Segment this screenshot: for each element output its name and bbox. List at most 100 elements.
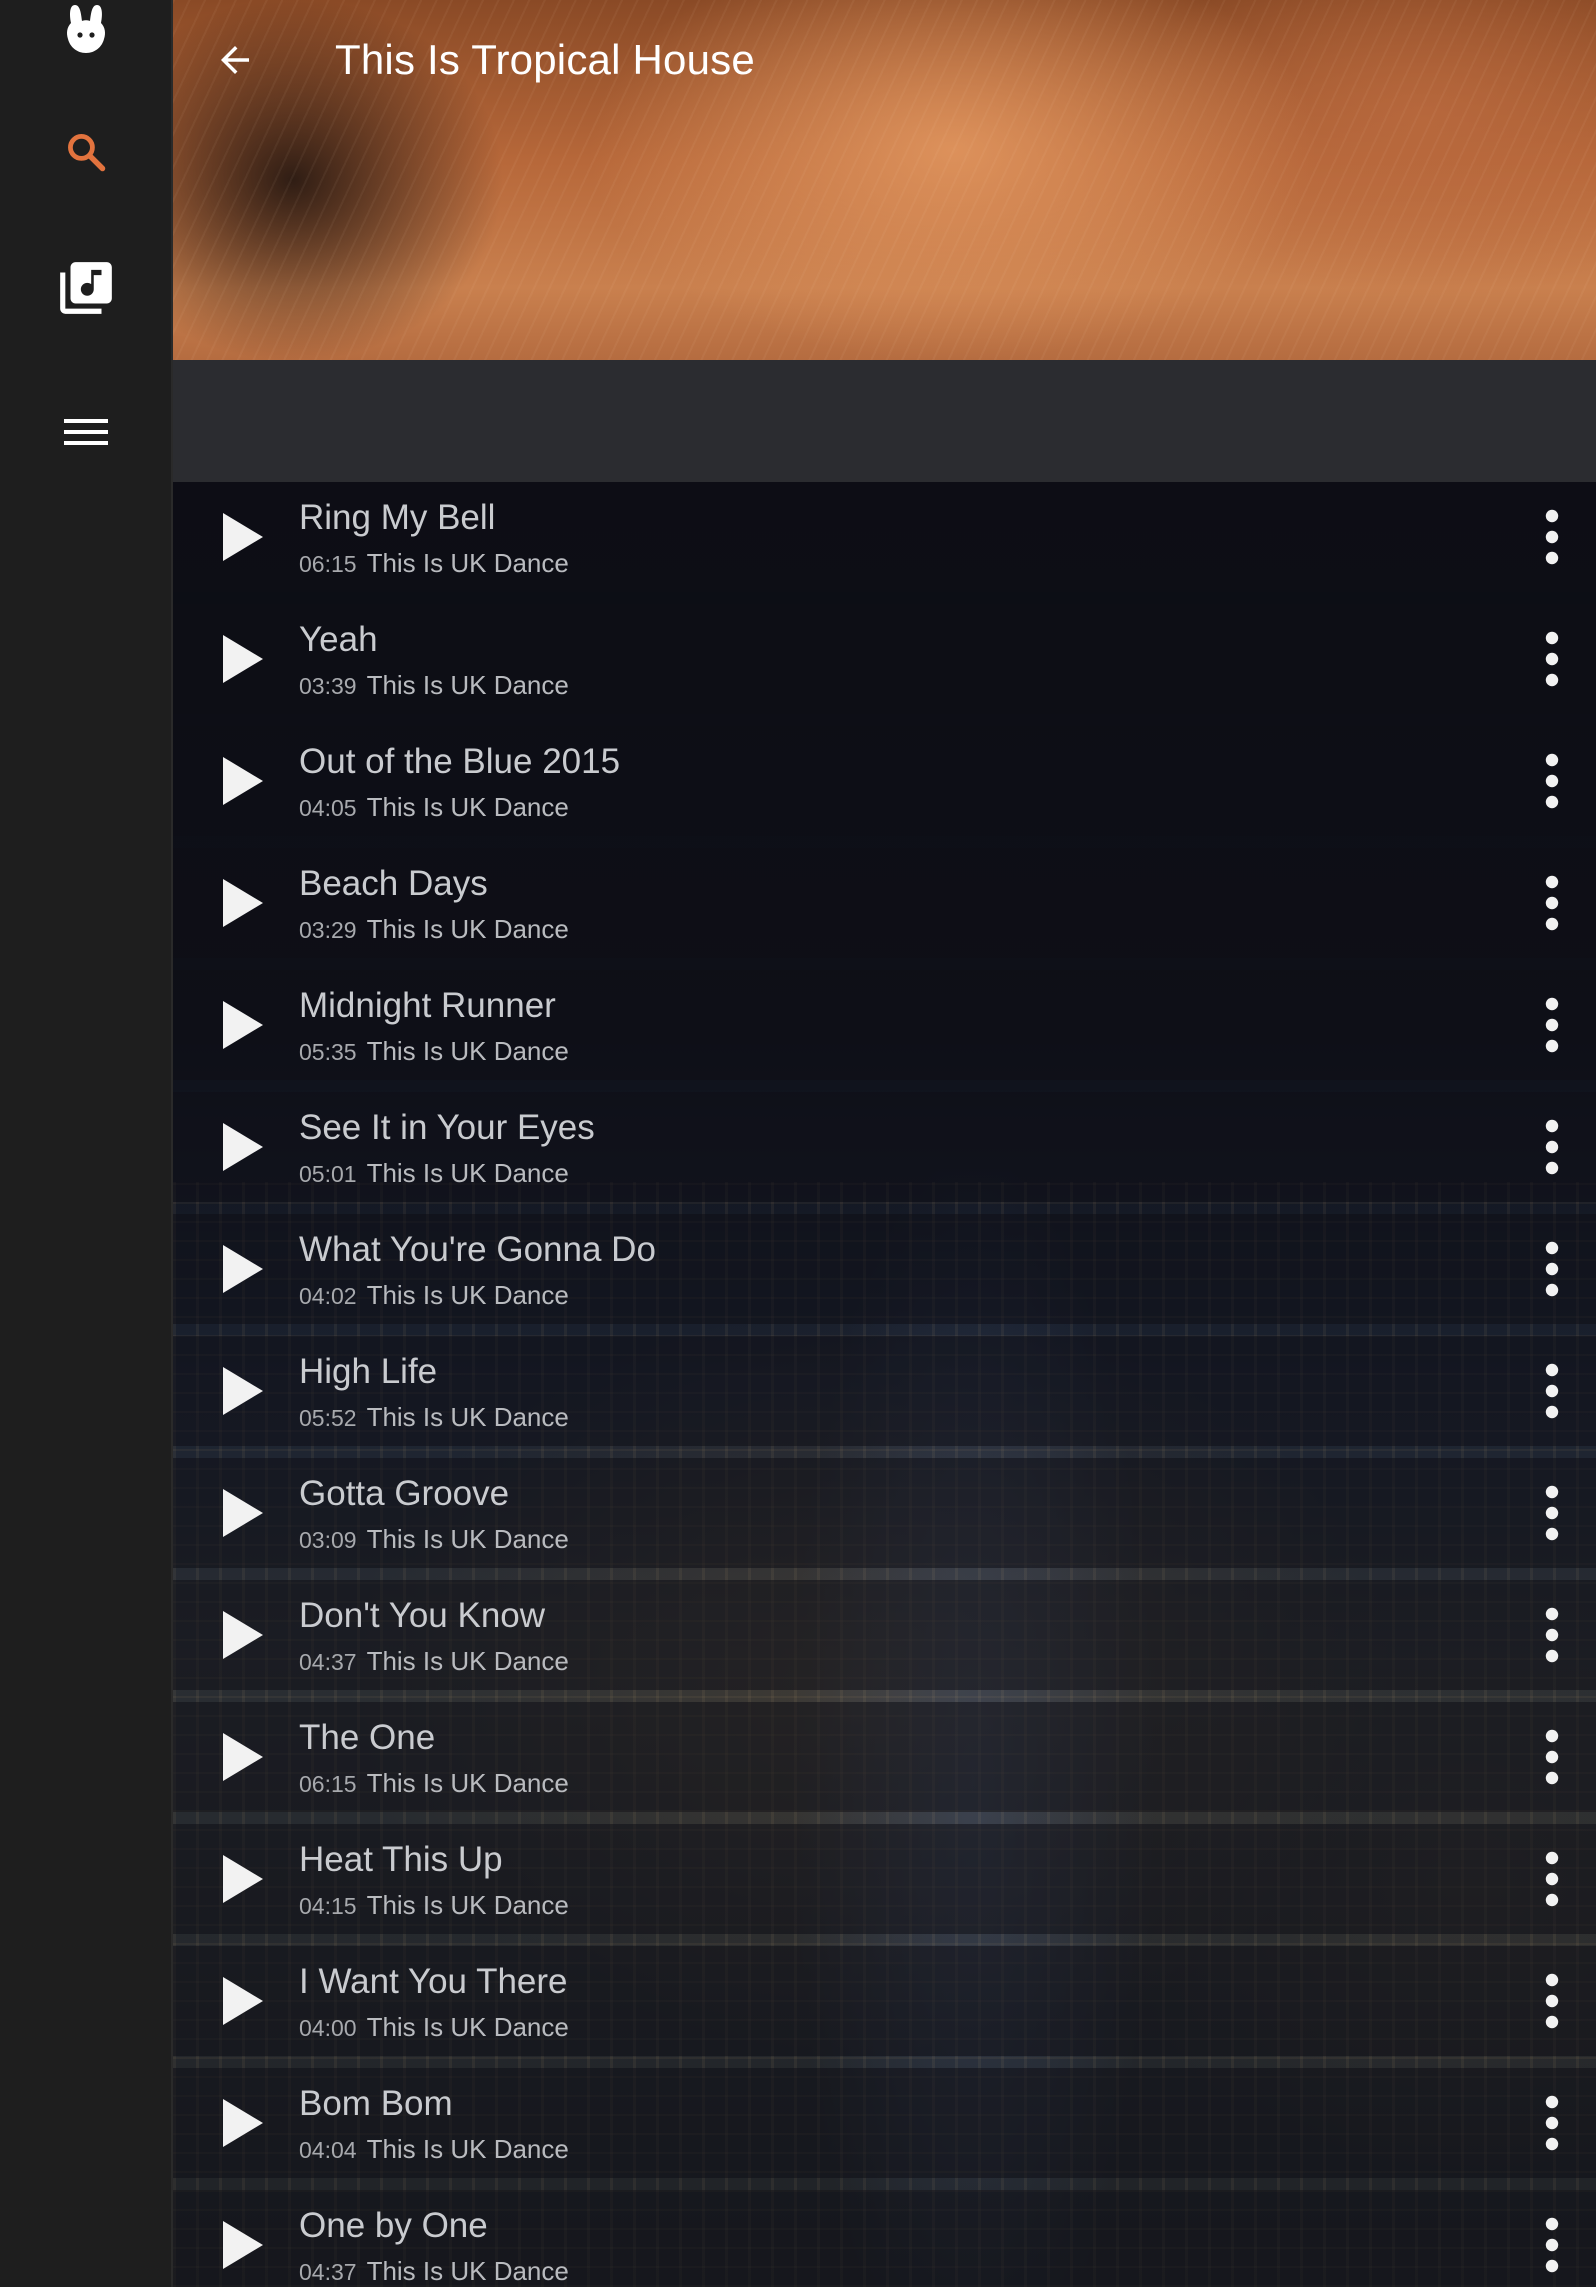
track-title: Ring My Bell xyxy=(299,498,496,537)
track-row[interactable]: Ring My Bell 06:15 This Is UK Dance xyxy=(173,482,1596,592)
more-options-button[interactable] xyxy=(1518,1723,1586,1791)
more-options-button[interactable] xyxy=(1518,2211,1586,2279)
more-options-button[interactable] xyxy=(1518,1357,1586,1425)
track-title: Beach Days xyxy=(299,864,488,903)
track-row[interactable]: I Want You There 04:00 This Is UK Dance xyxy=(173,1946,1596,2056)
play-icon xyxy=(223,2221,263,2269)
play-button[interactable] xyxy=(205,2086,279,2160)
more-vert-icon xyxy=(1545,1729,1559,1785)
track-row[interactable]: Midnight Runner 05:35 This Is UK Dance xyxy=(173,970,1596,1080)
back-button[interactable] xyxy=(203,28,267,92)
track-album: This Is UK Dance xyxy=(366,2012,569,2042)
play-button[interactable] xyxy=(205,744,279,818)
track-album: This Is UK Dance xyxy=(366,2256,569,2286)
more-options-button[interactable] xyxy=(1518,1113,1586,1181)
app-root: This Is Tropical House Ring My Bell 06:1… xyxy=(0,0,1596,2287)
play-button[interactable] xyxy=(205,2208,279,2282)
more-options-button[interactable] xyxy=(1518,991,1586,1059)
track-row[interactable]: What You're Gonna Do 04:02 This Is UK Dan… xyxy=(173,1214,1596,1324)
more-options-button[interactable] xyxy=(1518,1479,1586,1547)
track-album: This Is UK Dance xyxy=(366,1402,569,1432)
track-album: This Is UK Dance xyxy=(366,914,569,944)
track-title: I Want You There xyxy=(299,1962,568,2001)
play-button[interactable] xyxy=(205,866,279,940)
play-icon xyxy=(223,635,263,683)
track-duration: 06:15 xyxy=(299,1771,357,1797)
play-icon xyxy=(223,2099,263,2147)
track-row[interactable]: Heat This Up 04:15 This Is UK Dance xyxy=(173,1824,1596,1934)
menu-icon xyxy=(63,419,108,445)
play-button[interactable] xyxy=(205,1476,279,1550)
track-row[interactable]: The One 06:15 This Is UK Dance xyxy=(173,1702,1596,1812)
more-vert-icon xyxy=(1545,875,1559,931)
play-button[interactable] xyxy=(205,988,279,1062)
more-options-button[interactable] xyxy=(1518,503,1586,571)
track-row[interactable]: Gotta Groove 03:09 This Is UK Dance xyxy=(173,1458,1596,1568)
track-row[interactable]: Yeah 03:39 This Is UK Dance xyxy=(173,604,1596,714)
more-vert-icon xyxy=(1545,2095,1559,2151)
more-vert-icon xyxy=(1545,1485,1559,1541)
play-icon xyxy=(223,1855,263,1903)
track-album: This Is UK Dance xyxy=(366,1280,569,1310)
more-vert-icon xyxy=(1545,1851,1559,1907)
play-button[interactable] xyxy=(205,1842,279,1916)
track-duration: 05:01 xyxy=(299,1161,357,1187)
track-album: This Is UK Dance xyxy=(366,1646,569,1676)
play-button[interactable] xyxy=(205,500,279,574)
play-icon xyxy=(223,1245,263,1293)
play-button[interactable] xyxy=(205,1720,279,1794)
play-icon xyxy=(223,1977,263,2025)
track-title: One by One xyxy=(299,2206,488,2245)
track-duration: 04:02 xyxy=(299,1283,357,1309)
track-title: Yeah xyxy=(299,620,378,659)
play-icon xyxy=(223,757,263,805)
more-options-button[interactable] xyxy=(1518,1967,1586,2035)
more-vert-icon xyxy=(1545,997,1559,1053)
track-title: See It in Your Eyes xyxy=(299,1108,595,1147)
track-duration: 06:15 xyxy=(299,551,357,577)
play-icon xyxy=(223,1489,263,1537)
more-vert-icon xyxy=(1545,1119,1559,1175)
more-vert-icon xyxy=(1545,1973,1559,2029)
track-meta: 04:15 This Is UK Dance xyxy=(299,1890,569,1921)
play-button[interactable] xyxy=(205,622,279,696)
more-options-button[interactable] xyxy=(1518,2089,1586,2157)
more-options-button[interactable] xyxy=(1518,869,1586,937)
track-row[interactable]: Bom Bom 04:04 This Is UK Dance xyxy=(173,2068,1596,2178)
track-duration: 03:09 xyxy=(299,1527,357,1553)
rail-menu[interactable] xyxy=(0,372,171,492)
more-options-button[interactable] xyxy=(1518,1601,1586,1669)
play-button[interactable] xyxy=(205,1110,279,1184)
track-row[interactable]: Beach Days 03:29 This Is UK Dance xyxy=(173,848,1596,958)
track-album: This Is UK Dance xyxy=(366,1036,569,1066)
track-row[interactable]: Don't You Know 04:37 This Is UK Dance xyxy=(173,1580,1596,1690)
track-row[interactable]: One by One 04:37 This Is UK Dance xyxy=(173,2190,1596,2287)
track-meta: 03:09 This Is UK Dance xyxy=(299,1524,569,1555)
track-meta: 04:02 This Is UK Dance xyxy=(299,1280,569,1311)
rail-search[interactable] xyxy=(0,92,171,212)
play-button[interactable] xyxy=(205,1598,279,1672)
more-options-button[interactable] xyxy=(1518,625,1586,693)
more-vert-icon xyxy=(1545,753,1559,809)
play-button[interactable] xyxy=(205,1354,279,1428)
play-button[interactable] xyxy=(205,1232,279,1306)
track-row[interactable]: See It in Your Eyes 05:01 This Is UK Danc… xyxy=(173,1092,1596,1202)
more-vert-icon xyxy=(1545,509,1559,565)
track-title: Don't You Know xyxy=(299,1596,546,1635)
track-title: The One xyxy=(299,1718,436,1757)
rail-logo[interactable] xyxy=(0,0,171,90)
play-icon xyxy=(223,1367,263,1415)
track-title: What You're Gonna Do xyxy=(299,1230,656,1269)
rail-library[interactable] xyxy=(0,228,171,348)
more-options-button[interactable] xyxy=(1518,1235,1586,1303)
more-options-button[interactable] xyxy=(1518,747,1586,815)
more-options-button[interactable] xyxy=(1518,1845,1586,1913)
track-duration: 05:35 xyxy=(299,1039,357,1065)
track-album: This Is UK Dance xyxy=(366,1524,569,1554)
track-row[interactable]: Out of the Blue 2015 04:05 This Is UK Dan… xyxy=(173,726,1596,836)
play-button[interactable] xyxy=(205,1964,279,2038)
track-row[interactable]: High Life 05:52 This Is UK Dance xyxy=(173,1336,1596,1446)
track-duration: 04:00 xyxy=(299,2015,357,2041)
track-duration: 04:37 xyxy=(299,1649,357,1675)
track-meta: 03:39 This Is UK Dance xyxy=(299,670,569,701)
